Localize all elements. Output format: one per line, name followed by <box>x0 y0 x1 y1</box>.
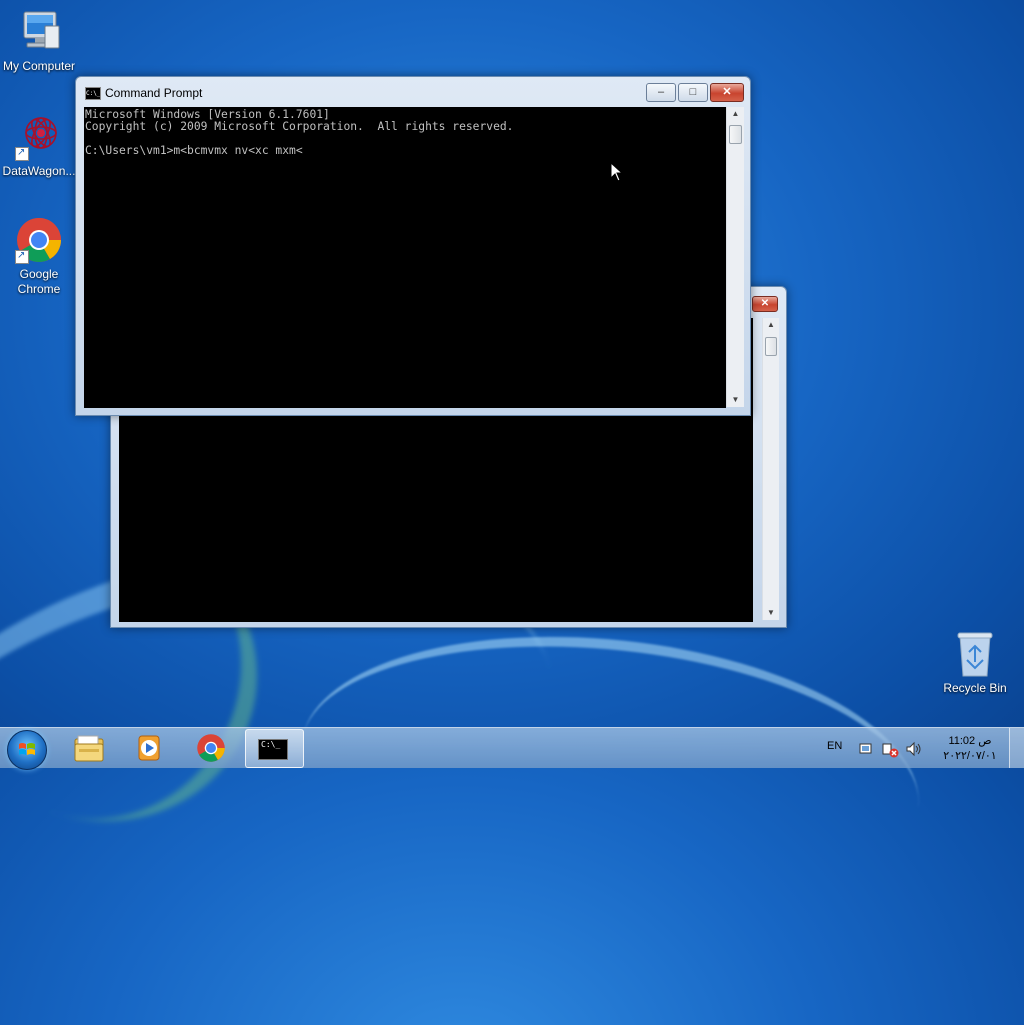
desktop-icon-label: My Computer <box>2 59 76 73</box>
taskbar-media-player-button[interactable] <box>121 729 177 766</box>
vertical-scrollbar[interactable]: ▲ ▼ <box>726 107 744 407</box>
scroll-thumb[interactable] <box>729 125 742 144</box>
scroll-thumb[interactable] <box>765 337 777 356</box>
taskbar-chrome-button[interactable] <box>183 729 239 766</box>
scroll-up-icon[interactable]: ▲ <box>727 107 744 121</box>
console-output[interactable]: Microsoft Windows [Version 6.1.7601] Copy… <box>84 107 726 408</box>
desktop-icon-label: Recycle Bin <box>943 681 1007 695</box>
recycle-bin-icon <box>955 630 995 678</box>
clock-date[interactable]: ٢٠٢٢/٠٧/٠١ <box>935 749 1005 762</box>
taskbar-explorer-button[interactable] <box>61 729 117 766</box>
window-title: Command Prompt <box>105 86 203 100</box>
folder-icon <box>74 735 104 762</box>
desktop-icon-label: Google Chrome <box>17 267 61 296</box>
command-prompt-window[interactable]: C:\_ Command Prompt – □ ✕ Microsoft Wind… <box>75 76 751 416</box>
taskbar-command-prompt-button[interactable]: C:\_ <box>245 729 304 768</box>
computer-icon <box>15 8 63 56</box>
windows-logo-icon <box>19 743 35 755</box>
close-button[interactable]: ✕ <box>710 83 744 102</box>
window-titlebar[interactable]: C:\_ Command Prompt – □ ✕ <box>76 77 750 107</box>
chrome-icon <box>15 216 63 264</box>
scroll-up-icon[interactable]: ▲ <box>763 318 779 332</box>
show-desktop-button[interactable] <box>1009 728 1024 768</box>
console-line: C:\Users\vm1>m<bcmvmx nv<xc mxm< <box>85 144 303 157</box>
shortcut-arrow-icon <box>15 145 29 161</box>
maximize-button[interactable]: □ <box>678 83 708 102</box>
action-center-flag-icon[interactable] <box>858 741 874 757</box>
desktop-icon-my-computer[interactable]: My Computer <box>0 8 79 74</box>
datawagon-icon <box>15 113 63 161</box>
language-indicator[interactable]: EN <box>827 740 842 752</box>
volume-icon[interactable] <box>905 740 923 758</box>
start-button[interactable] <box>7 730 47 770</box>
shortcut-arrow-icon <box>15 248 29 264</box>
scroll-down-icon[interactable]: ▼ <box>763 606 779 620</box>
wallpaper-swoosh <box>287 608 933 942</box>
cmd-icon: C:\_ <box>85 87 101 100</box>
network-disconnected-icon[interactable] <box>881 740 899 758</box>
chrome-icon <box>197 734 225 762</box>
cmd-icon: C:\_ <box>258 739 288 760</box>
minimize-button[interactable]: – <box>646 83 676 102</box>
desktop-icon-label: DataWagon... <box>2 164 76 178</box>
mouse-cursor-icon <box>610 162 624 182</box>
vertical-scrollbar[interactable]: ▲ ▼ <box>762 318 779 620</box>
media-player-icon <box>138 735 160 761</box>
desktop-icon-google-chrome[interactable]: Google Chrome <box>0 216 79 297</box>
taskbar: C:\_ EN 11:02 ص ٢٠٢٢/٠٧/٠١ <box>0 727 1024 770</box>
desktop-icon-datawagon[interactable]: DataWagon... <box>0 113 79 179</box>
close-button[interactable]: ✕ <box>752 296 778 312</box>
desktop-icon-recycle-bin[interactable]: Recycle Bin <box>935 630 1015 696</box>
scroll-down-icon[interactable]: ▼ <box>727 393 744 407</box>
console-line: Copyright (c) 2009 Microsoft Corporation… <box>85 120 514 133</box>
clock-time[interactable]: 11:02 ص <box>945 734 995 747</box>
